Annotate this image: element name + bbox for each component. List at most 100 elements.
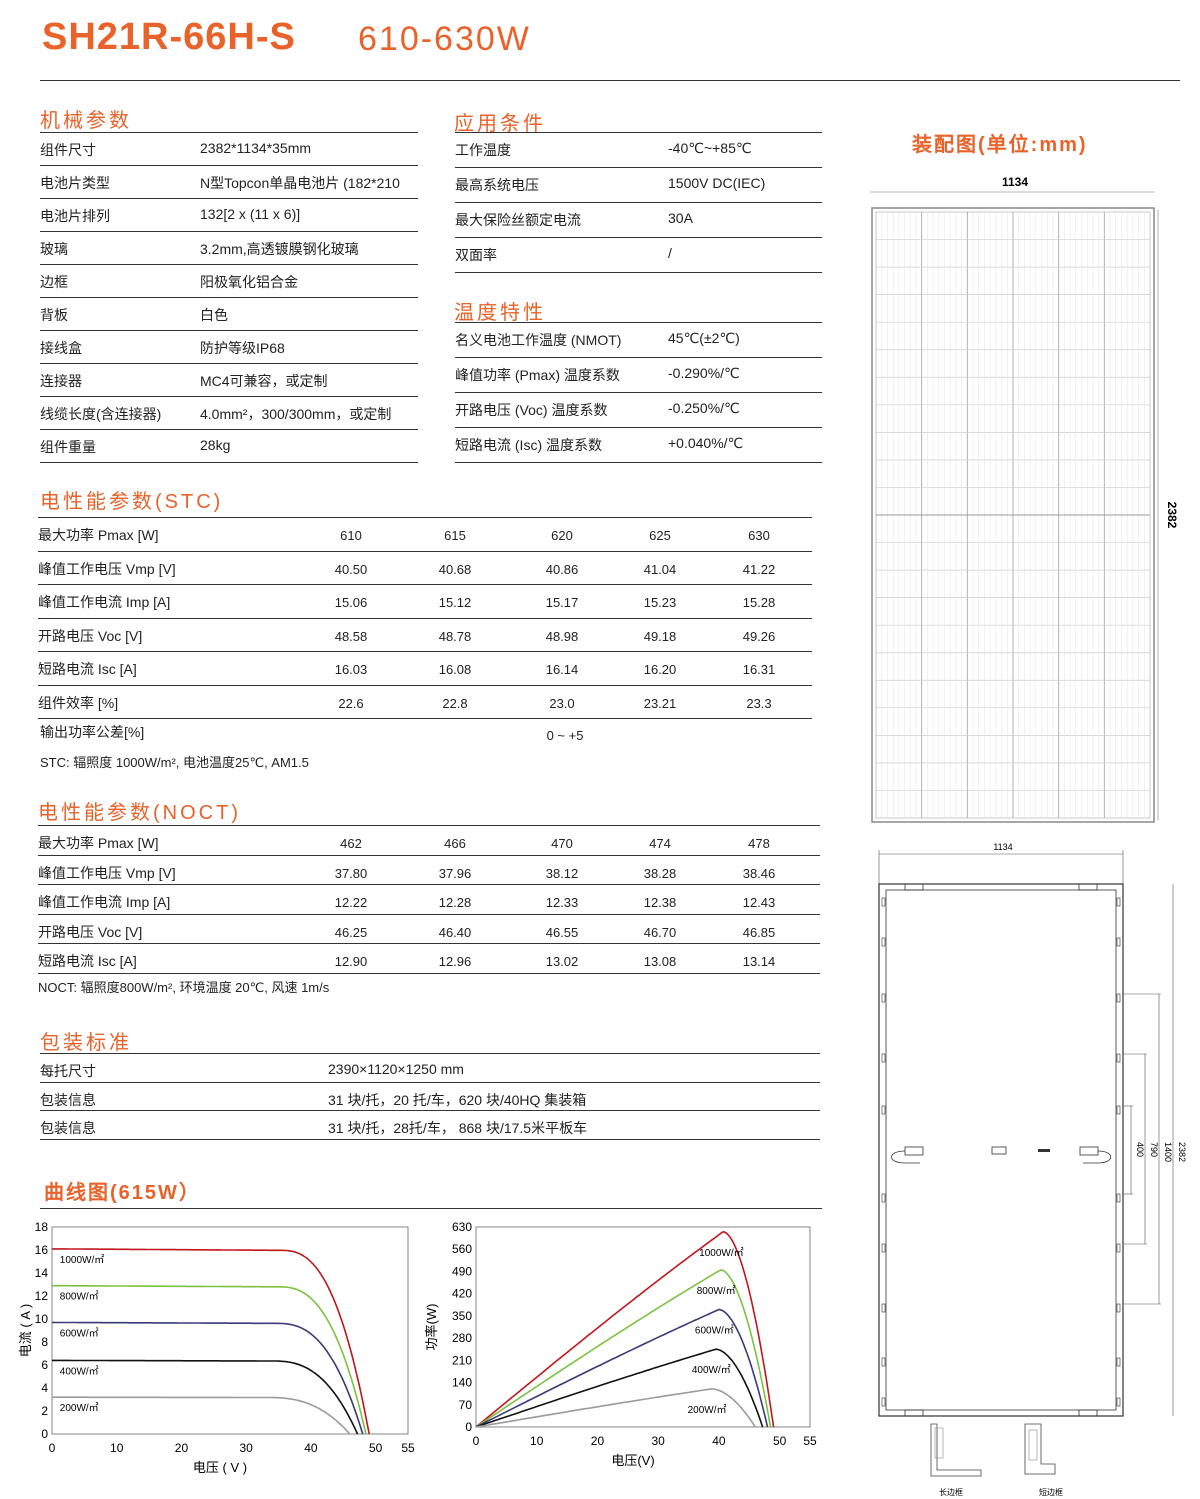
row-label: 最高系统电压 (455, 177, 539, 193)
table-rule (40, 363, 418, 364)
short-frame-label: 短边框 (1039, 1487, 1063, 1497)
short-frame-profile: 短边框 (1024, 1423, 1063, 1497)
series-label: 1000W/㎡ (60, 1254, 104, 1266)
x-tick-label: 10 (530, 1434, 544, 1448)
cell-value: 13.14 (742, 954, 776, 969)
cell-value: 49.26 (742, 628, 776, 644)
table-rule (455, 132, 822, 133)
y-tick-label: 70 (459, 1398, 473, 1412)
cell-value: 15.23 (643, 595, 677, 610)
y-tick-label: 420 (452, 1287, 472, 1301)
series-label: 200W/㎡ (688, 1404, 727, 1416)
row-value: -40℃~+85℃ (668, 140, 752, 156)
row-label: 峰值工作电流 Imp [A] (38, 594, 171, 610)
table-rule (40, 429, 418, 430)
cell-value: 23.0 (549, 695, 575, 711)
front-height-label: 2382 (1165, 502, 1179, 529)
cell-value: 12.33 (545, 895, 579, 910)
x-tick-label: 0 (49, 1441, 56, 1455)
cell-value: 48.58 (334, 628, 368, 644)
table-rule (40, 1053, 820, 1054)
x-axis-label: 电压 ( V ) (193, 1460, 247, 1475)
row-label: 短路电流 Isc [A] (38, 953, 137, 969)
y-tick-label: 16 (35, 1243, 49, 1257)
cell-value: 478 (748, 836, 770, 851)
row-value: MC4可兼容，或定制 (200, 373, 328, 389)
series-label: 600W/㎡ (60, 1327, 99, 1339)
dim-2382: 2382 (1177, 1142, 1187, 1162)
table-rule (455, 237, 822, 238)
table-rule (40, 264, 418, 265)
model-title: SH21R-66H-S (42, 16, 296, 58)
cell-value: 49.18 (643, 628, 677, 644)
cell-value: 13.08 (643, 954, 677, 969)
table-rule (38, 972, 820, 974)
stc-note: STC: 辐照度 1000W/m², 电池温度25℃, AM1.5 (40, 755, 309, 770)
table-rule (38, 617, 812, 619)
cell-value: 38.28 (643, 865, 677, 881)
cell-value: 48.98 (545, 628, 579, 644)
cell-value: 38.46 (742, 865, 776, 881)
noct-title: 电性能参数(NOCT) (38, 802, 241, 824)
table-rule (40, 165, 418, 166)
series-label: 800W/㎡ (60, 1291, 99, 1303)
row-label: 组件重量 (40, 439, 96, 455)
cell-value: 620 (551, 528, 573, 543)
cell-value: 15.06 (334, 595, 368, 610)
x-tick-label: 40 (304, 1441, 318, 1455)
row-label: 包装信息 (40, 1120, 96, 1136)
cell-value: 40.50 (334, 561, 368, 577)
series-label: 600W/㎡ (695, 1325, 734, 1337)
cell-value: 46.40 (438, 924, 472, 940)
dim-790: 790 (1149, 1142, 1159, 1157)
row-value: 阳极氧化铝合金 (200, 274, 298, 290)
y-tick-label: 4 (41, 1381, 48, 1395)
y-tick-label: 490 (452, 1264, 472, 1278)
table-rule (455, 202, 822, 203)
row-value: -0.250%/℃ (668, 400, 740, 416)
cell-value: 16.20 (643, 662, 677, 677)
table-rule (455, 357, 822, 358)
row-label: 名义电池工作温度 (NMOT) (455, 332, 622, 348)
row-value: N型Topcon单晶电池片 (182*210 (200, 175, 400, 191)
cell-value: 37.80 (334, 865, 368, 881)
y-tick-label: 280 (452, 1331, 472, 1345)
table-rule (40, 198, 418, 199)
row-label: 边框 (40, 274, 68, 290)
cell-value: 466 (444, 836, 466, 851)
row-label: 电池片排列 (40, 208, 110, 224)
y-tick-label: 8 (41, 1335, 48, 1349)
y-axis-label: 功率(W) (424, 1304, 439, 1351)
row-value: 白色 (200, 307, 228, 323)
curves-divider (40, 1208, 822, 1209)
cell-value: 12.90 (334, 954, 368, 969)
table-rule (38, 854, 820, 856)
long-frame-profile: 长边框 (930, 1423, 982, 1497)
cell-value: 22.8 (442, 695, 468, 711)
row-label: 工作温度 (455, 142, 511, 158)
cell-value: 615 (444, 528, 466, 543)
cell-value: 23.21 (643, 695, 677, 711)
table-rule (40, 231, 418, 232)
cell-value: 15.28 (742, 595, 776, 610)
row-label: 玻璃 (40, 241, 68, 257)
table-rule (38, 517, 812, 518)
row-value: +0.040%/℃ (668, 435, 744, 451)
cell-value: 46.25 (334, 924, 368, 940)
y-tick-label: 210 (452, 1353, 472, 1367)
stc-title: 电性能参数(STC) (40, 491, 224, 513)
y-tick-label: 10 (35, 1312, 49, 1326)
cell-value: 625 (649, 528, 671, 543)
cell-value: 38.12 (545, 865, 579, 881)
cell-value: 15.17 (545, 595, 579, 610)
cell-value: 46.70 (643, 924, 677, 940)
row-value: 2382*1134*35mm (200, 140, 312, 156)
cell-value: 12.38 (643, 895, 677, 910)
y-tick-label: 18 (35, 1220, 49, 1234)
y-tick-label: 6 (41, 1358, 48, 1372)
row-value: -0.290%/℃ (668, 365, 740, 381)
y-axis-label: 电流 ( A ) (18, 1304, 33, 1357)
table-rule (40, 1081, 820, 1083)
tolerance-value: 0 ~ +5 (546, 728, 584, 743)
table-rule (38, 825, 820, 826)
